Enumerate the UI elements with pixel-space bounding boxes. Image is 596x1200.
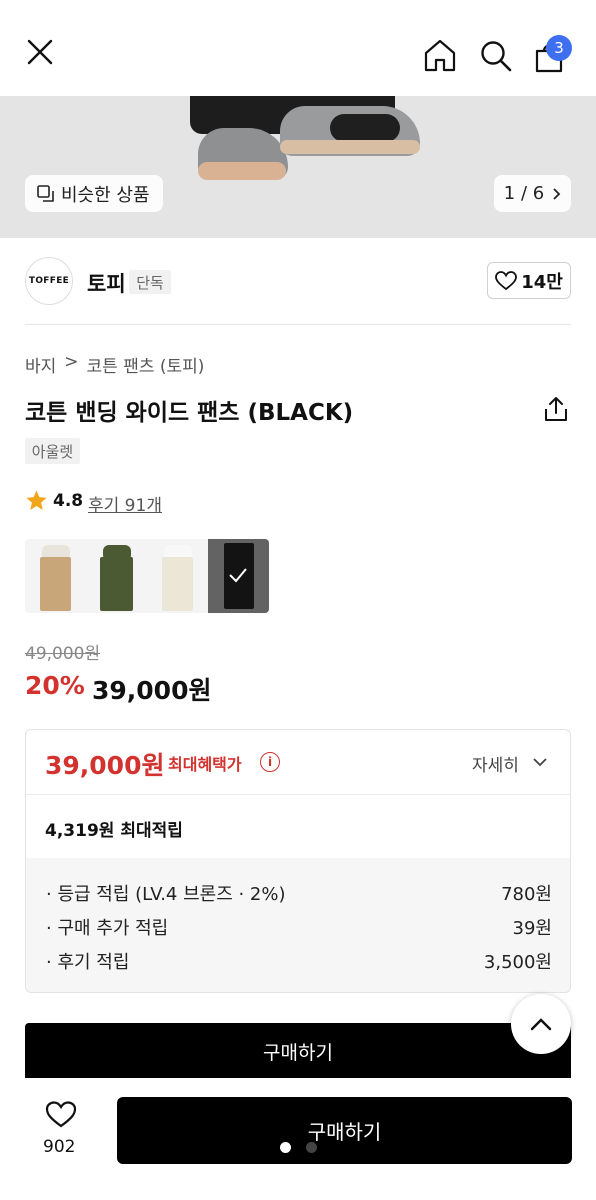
points-row-label: · 등급 적립 (LV.4 브론즈 · 2%)	[46, 884, 286, 905]
info-icon[interactable]: i	[260, 752, 280, 772]
max-benefit-label: 최대혜택가	[168, 755, 242, 774]
detail-toggle-label[interactable]: 자세히	[472, 751, 519, 776]
color-swatches	[25, 539, 269, 613]
benefit-divider	[26, 794, 570, 795]
page-indicator-dot	[306, 1142, 317, 1153]
image-page-counter[interactable]: 1 / 6	[494, 175, 571, 212]
points-row-value: 780원	[501, 884, 552, 905]
chevron-right-icon	[553, 187, 561, 200]
brand-logo[interactable]: TOFFEE	[25, 257, 73, 305]
sneaker-right-sole	[280, 140, 420, 154]
product-image[interactable]: 비슷한 상품 1 / 6	[0, 96, 596, 238]
copy-icon	[37, 184, 54, 202]
divider	[25, 324, 571, 325]
points-row-value: 39원	[512, 918, 552, 939]
brand-like-button[interactable]: 14만	[487, 262, 571, 299]
max-benefit-price: 39,000원	[45, 751, 165, 780]
check-icon	[229, 568, 247, 583]
chevron-up-icon	[530, 1018, 552, 1031]
original-price: 49,000원	[25, 644, 101, 664]
buy-button-inline-label: 구매하기	[263, 1041, 333, 1064]
similar-products-label: 비슷한 상품	[61, 184, 150, 206]
buy-button-label: 구매하기	[307, 1120, 382, 1144]
points-row: · 구매 추가 적립 39원	[46, 914, 552, 940]
points-row-value: 3,500원	[483, 952, 552, 973]
points-row-label: · 구매 추가 적립	[46, 918, 169, 939]
outlet-tag: 아울렛	[25, 438, 80, 464]
heart-icon	[495, 270, 518, 290]
product-title: 코튼 밴딩 와이드 팬츠 (BLACK)	[25, 400, 354, 426]
reviews-link[interactable]: 후기 91개	[88, 491, 162, 516]
wishlist-count: 902	[43, 1137, 76, 1157]
similar-products-button[interactable]: 비슷한 상품	[25, 175, 163, 212]
scroll-top-button[interactable]	[511, 994, 571, 1054]
star-icon	[26, 490, 47, 510]
brand-name[interactable]: 토피	[87, 268, 126, 298]
breadcrumb: 바지 > 코튼 팬츠 (토피)	[25, 352, 204, 377]
exclusive-tag: 단독	[129, 270, 171, 294]
close-icon[interactable]	[25, 37, 55, 67]
brand-like-count: 14만	[521, 271, 563, 293]
benefit-box: 39,000원 최대혜택가 i 자세히 4,319원 최대적립 · 등급 적립 …	[25, 729, 571, 993]
swatch-black-selected[interactable]	[208, 539, 269, 613]
breadcrumb-category[interactable]: 바지	[25, 352, 56, 377]
swatch-khaki[interactable]	[86, 539, 147, 613]
discount-rate: 20%	[25, 671, 85, 700]
breadcrumb-subcategory[interactable]: 코튼 팬츠 (토피)	[87, 352, 205, 377]
sneaker-right-panel	[330, 114, 400, 142]
top-bar: 3	[0, 0, 596, 96]
product-page: 3 비슷한 상품 1 / 6 TOFFEE 토피 단독 14만 바지 > 코튼 …	[0, 0, 596, 1200]
share-icon[interactable]	[543, 395, 569, 423]
breadcrumb-separator: >	[64, 352, 79, 372]
buy-button-inline[interactable]: 구매하기	[25, 1023, 571, 1083]
search-icon[interactable]	[479, 39, 513, 73]
page-indicator-dot-active	[280, 1142, 291, 1153]
sneaker-left-sole	[198, 162, 286, 180]
points-total: 4,319원 최대적립	[45, 821, 183, 841]
wishlist-heart-icon[interactable]	[45, 1101, 77, 1129]
points-breakdown: · 등급 적립 (LV.4 브론즈 · 2%) 780원 · 구매 추가 적립 …	[26, 858, 570, 992]
swatch-beige[interactable]	[25, 539, 86, 613]
points-row-label: · 후기 적립	[46, 952, 130, 973]
points-row: · 후기 적립 3,500원	[46, 948, 552, 974]
sale-price: 39,000원	[92, 676, 212, 705]
home-icon[interactable]	[423, 38, 457, 72]
cart-count-badge: 3	[546, 35, 572, 61]
points-row: · 등급 적립 (LV.4 브론즈 · 2%) 780원	[46, 880, 552, 906]
page-counter-text: 1 / 6	[503, 183, 545, 204]
chevron-down-icon[interactable]	[532, 757, 548, 767]
swatch-ivory[interactable]	[147, 539, 208, 613]
rating-value: 4.8	[53, 491, 84, 511]
buy-button[interactable]: 구매하기	[117, 1097, 572, 1164]
